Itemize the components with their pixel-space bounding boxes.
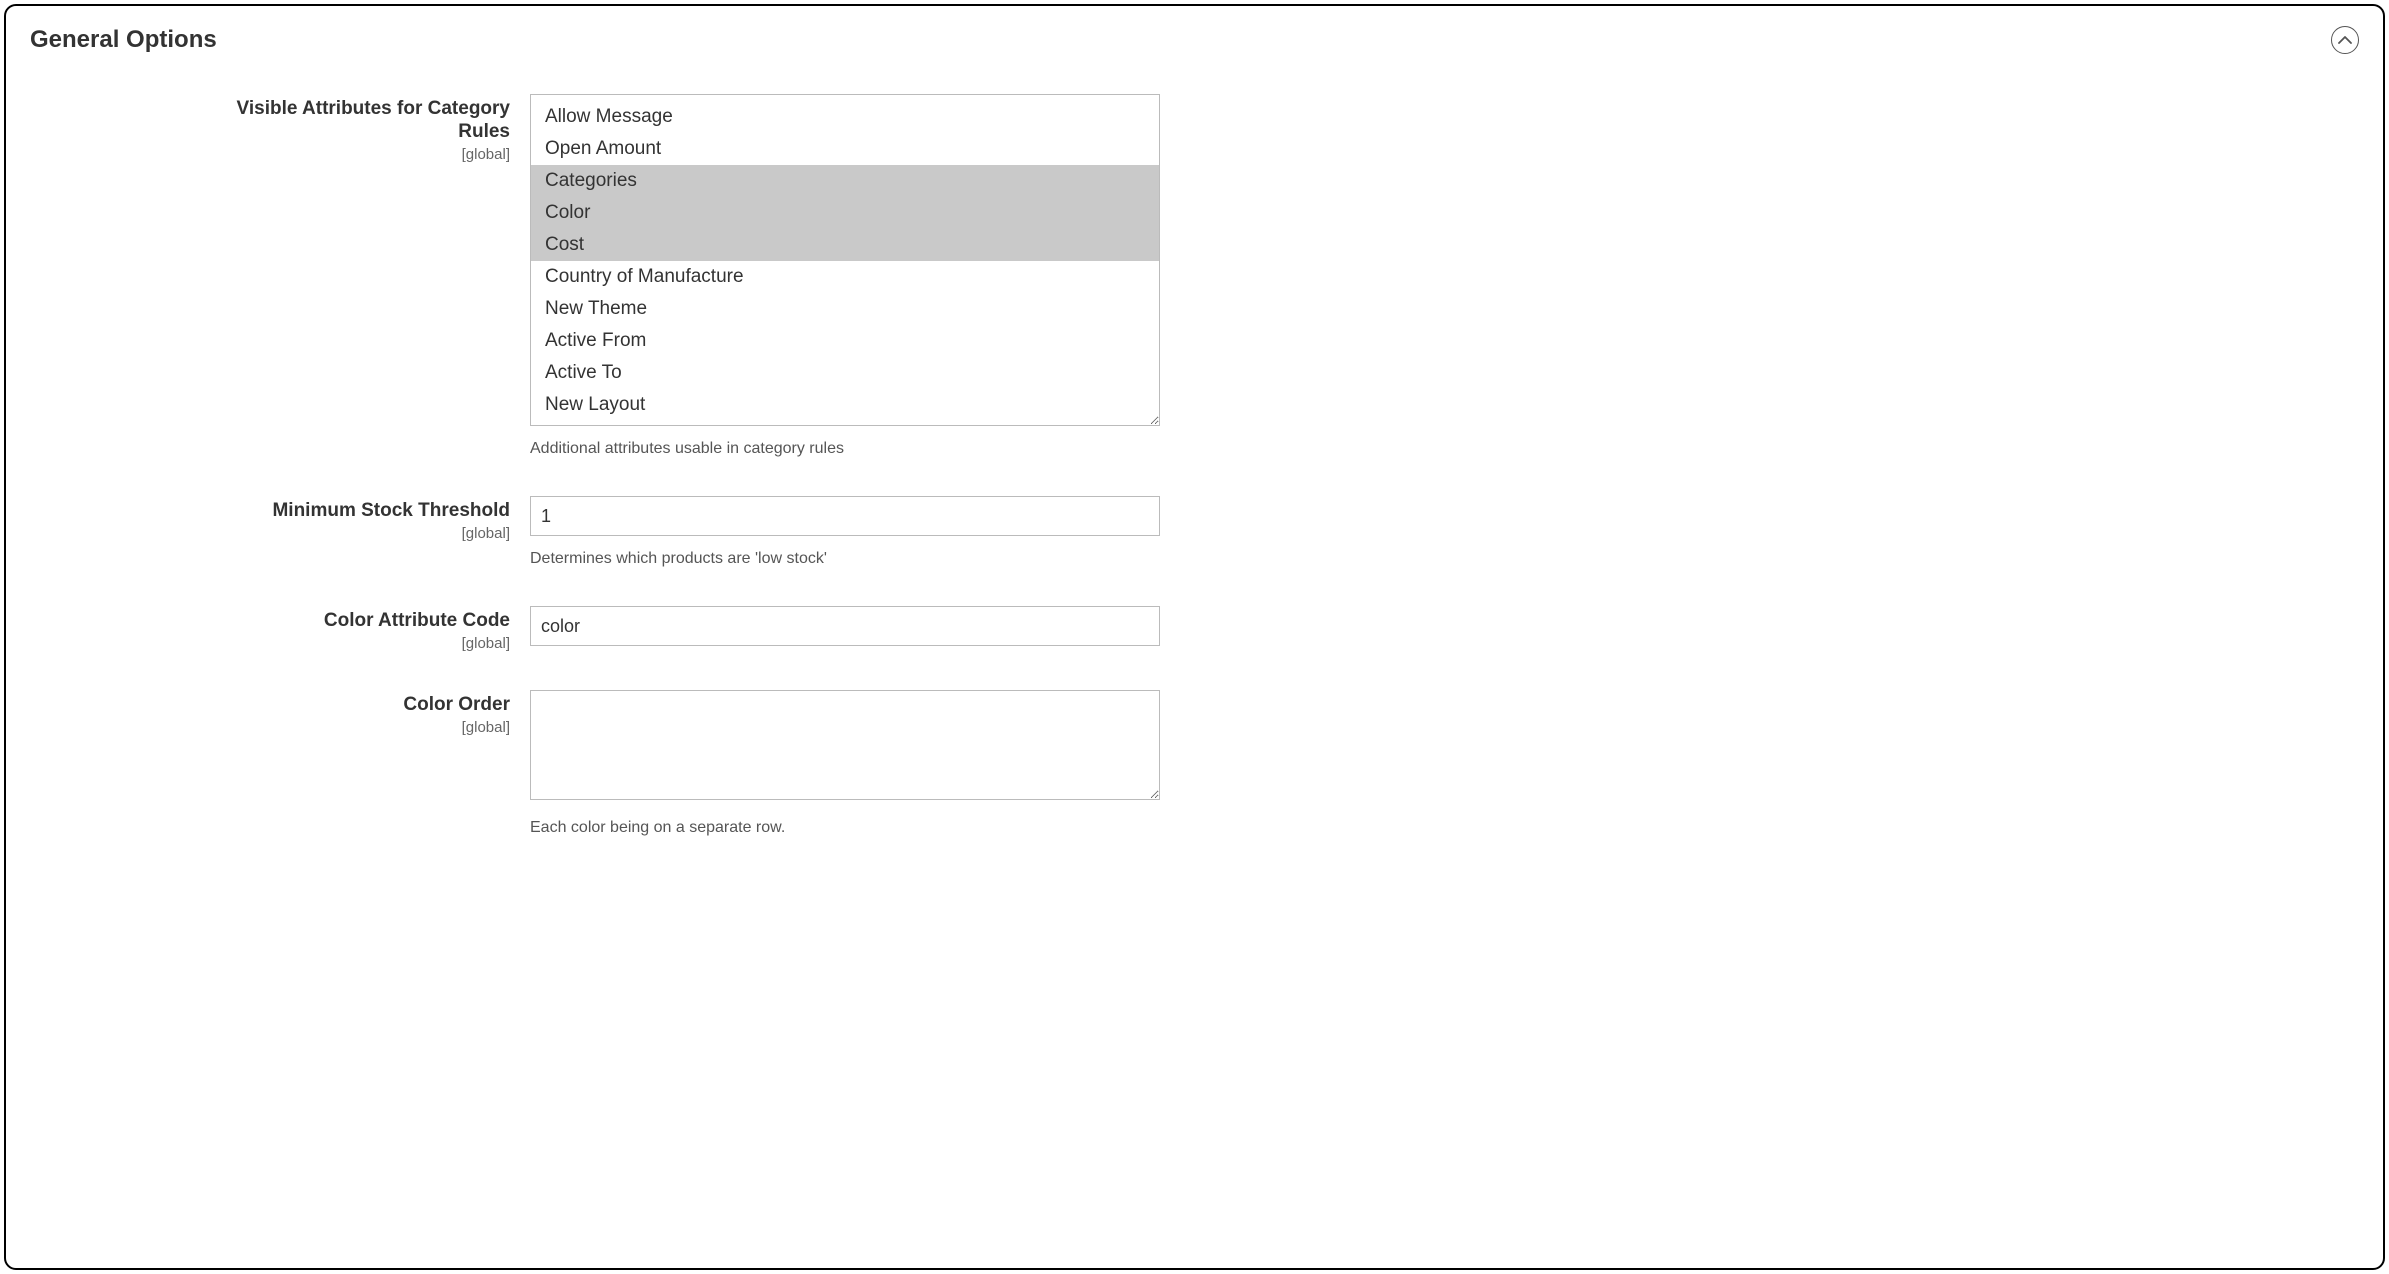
multiselect-option[interactable]: Active From [531, 325, 1159, 357]
visible-attributes-multiselect[interactable]: Allow MessageOpen AmountCategoriesColorC… [530, 94, 1160, 426]
control-col [530, 606, 1160, 646]
field-label: Visible Attributes for Category Rules [190, 98, 510, 144]
label-col: Color Attribute Code [global] [190, 606, 530, 652]
general-options-panel: General Options Visible Attributes for C… [4, 4, 2385, 1270]
form-area: Visible Attributes for Category Rules [g… [30, 94, 2359, 837]
multiselect-option[interactable]: Color [531, 197, 1159, 229]
collapse-toggle[interactable] [2331, 26, 2359, 54]
field-label: Minimum Stock Threshold [190, 500, 510, 523]
label-col: Color Order [global] [190, 690, 530, 736]
help-text: Determines which products are 'low stock… [530, 550, 1160, 568]
multiselect-option[interactable]: New Layout [531, 389, 1159, 421]
help-text: Each color being on a separate row. [530, 819, 1160, 837]
field-visible-attributes: Visible Attributes for Category Rules [g… [190, 94, 2359, 458]
field-scope: [global] [190, 146, 510, 163]
multiselect-option[interactable]: Open Amount [531, 133, 1159, 165]
label-col: Minimum Stock Threshold [global] [190, 496, 530, 542]
multiselect-option[interactable]: Cost [531, 229, 1159, 261]
multiselect-option[interactable]: Active To [531, 357, 1159, 389]
panel-title: General Options [30, 26, 217, 54]
control-col: Allow MessageOpen AmountCategoriesColorC… [530, 94, 1160, 458]
multiselect-option[interactable]: Country of Manufacture [531, 261, 1159, 293]
min-stock-input[interactable] [530, 496, 1160, 536]
color-order-textarea[interactable] [530, 690, 1160, 800]
field-label: Color Attribute Code [190, 610, 510, 633]
label-col: Visible Attributes for Category Rules [g… [190, 94, 530, 163]
panel-header: General Options [30, 26, 2359, 54]
multiselect-options: Allow MessageOpen AmountCategoriesColorC… [531, 95, 1159, 421]
chevron-up-icon [2338, 35, 2352, 45]
control-col: Each color being on a separate row. [530, 690, 1160, 837]
field-min-stock: Minimum Stock Threshold [global] Determi… [190, 496, 2359, 568]
field-color-attr: Color Attribute Code [global] [190, 606, 2359, 652]
help-text: Additional attributes usable in category… [530, 440, 1160, 458]
field-scope: [global] [190, 719, 510, 736]
color-attr-input[interactable] [530, 606, 1160, 646]
control-col: Determines which products are 'low stock… [530, 496, 1160, 568]
multiselect-option[interactable]: New Theme [531, 293, 1159, 325]
field-scope: [global] [190, 635, 510, 652]
field-color-order: Color Order [global] Each color being on… [190, 690, 2359, 837]
field-scope: [global] [190, 525, 510, 542]
multiselect-option[interactable]: Allow Message [531, 101, 1159, 133]
field-label: Color Order [190, 694, 510, 717]
multiselect-option[interactable]: Categories [531, 165, 1159, 197]
